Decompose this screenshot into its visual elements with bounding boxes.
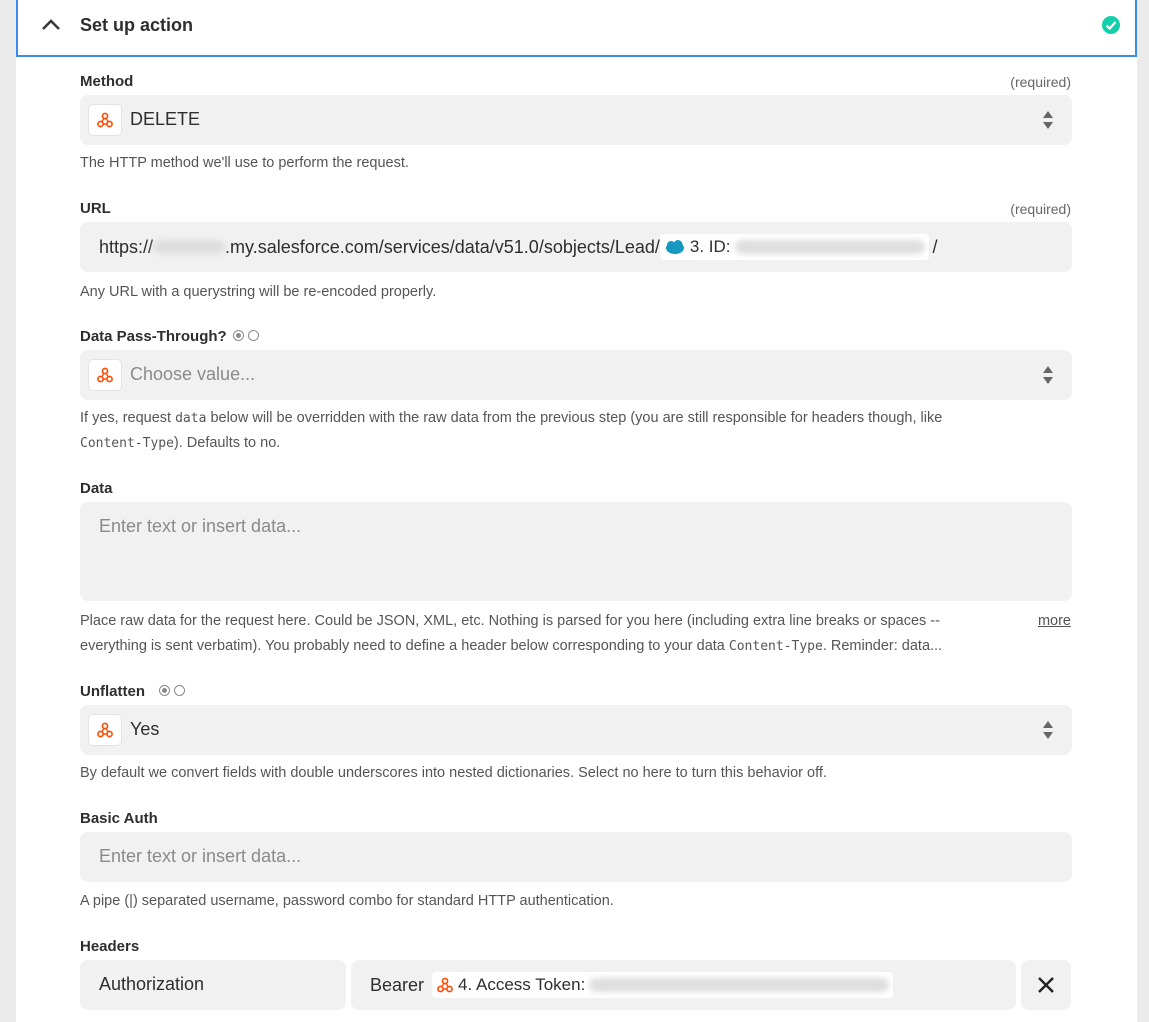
basic-auth-label: Basic Auth: [80, 810, 158, 827]
basic-auth-placeholder: Enter text or insert data...: [99, 846, 302, 866]
close-icon: [1038, 977, 1054, 993]
unflatten-value: Yes: [130, 719, 160, 739]
method-select[interactable]: DELETE: [80, 95, 1072, 145]
method-value: DELETE: [130, 109, 201, 129]
passthrough-help: If yes, request data below will be overr…: [80, 410, 943, 451]
unflatten-label: Unflatten: [80, 683, 145, 700]
passthrough-radio-group: [233, 330, 259, 341]
data-textarea[interactable]: Enter text or insert data...: [80, 502, 1072, 601]
passthrough-placeholder: Choose value...: [130, 364, 256, 384]
radio-selected[interactable]: [233, 330, 244, 341]
redacted-id: [734, 240, 925, 254]
url-suffix: /: [932, 236, 938, 257]
redacted-subdomain: [153, 240, 226, 254]
webhook-icon: [88, 104, 122, 136]
more-link[interactable]: more: [1038, 609, 1071, 634]
header-value-input[interactable]: Bearer 4. Access Token:: [351, 960, 1016, 1010]
webhook-icon: [437, 977, 453, 993]
method-label: Method: [80, 73, 134, 90]
section-header[interactable]: Set up action: [16, 0, 1137, 57]
header-key: Authorization: [99, 974, 205, 994]
radio-selected[interactable]: [159, 685, 170, 696]
unflatten-select[interactable]: Yes: [80, 705, 1072, 755]
radio-unselected[interactable]: [174, 685, 185, 696]
id-token-pill[interactable]: 3. ID:: [659, 234, 929, 260]
chevron-up-icon[interactable]: [40, 17, 62, 31]
salesforce-icon: [665, 240, 684, 254]
url-required: (required): [1010, 201, 1071, 217]
url-label: URL: [80, 200, 111, 217]
url-input[interactable]: https:// .my.salesforce.com/services/dat…: [80, 222, 1072, 272]
method-required: (required): [1010, 74, 1071, 90]
remove-header-button[interactable]: [1021, 960, 1071, 1010]
webhook-icon: [88, 714, 122, 746]
unflatten-radio-group: [159, 685, 185, 696]
data-help: Place raw data for the request here. Cou…: [80, 613, 943, 654]
unflatten-help: By default we convert fields with double…: [80, 765, 827, 781]
data-placeholder: Enter text or insert data...: [99, 516, 302, 536]
data-label: Data: [80, 480, 113, 497]
radio-unselected[interactable]: [248, 330, 259, 341]
url-path: .my.salesforce.com/services/data/v51.0/s…: [225, 236, 660, 257]
passthrough-label: Data Pass-Through?: [80, 328, 227, 345]
access-token-pill[interactable]: 4. Access Token:: [432, 972, 894, 998]
access-token-label: 4. Access Token:: [458, 975, 586, 994]
sort-arrows-icon: [1043, 366, 1053, 384]
section-title: Set up action: [80, 15, 194, 35]
basic-auth-input[interactable]: Enter text or insert data...: [80, 832, 1072, 882]
header-value-prefix: Bearer: [370, 974, 425, 995]
sort-arrows-icon: [1043, 111, 1053, 129]
basic-auth-help: A pipe (|) separated username, password …: [80, 893, 614, 909]
webhook-icon: [88, 359, 122, 391]
check-circle-icon: [1102, 16, 1120, 34]
url-help: Any URL with a querystring will be re-en…: [80, 284, 437, 300]
header-key-input[interactable]: Authorization: [80, 960, 346, 1010]
passthrough-select[interactable]: Choose value...: [80, 350, 1072, 400]
headers-label: Headers: [80, 938, 140, 955]
method-help: The HTTP method we'll use to perform the…: [80, 155, 409, 171]
id-token-label: 3. ID:: [689, 237, 731, 256]
redacted-token: [589, 978, 890, 992]
url-prefix: https://: [99, 236, 154, 257]
sort-arrows-icon: [1043, 721, 1053, 739]
